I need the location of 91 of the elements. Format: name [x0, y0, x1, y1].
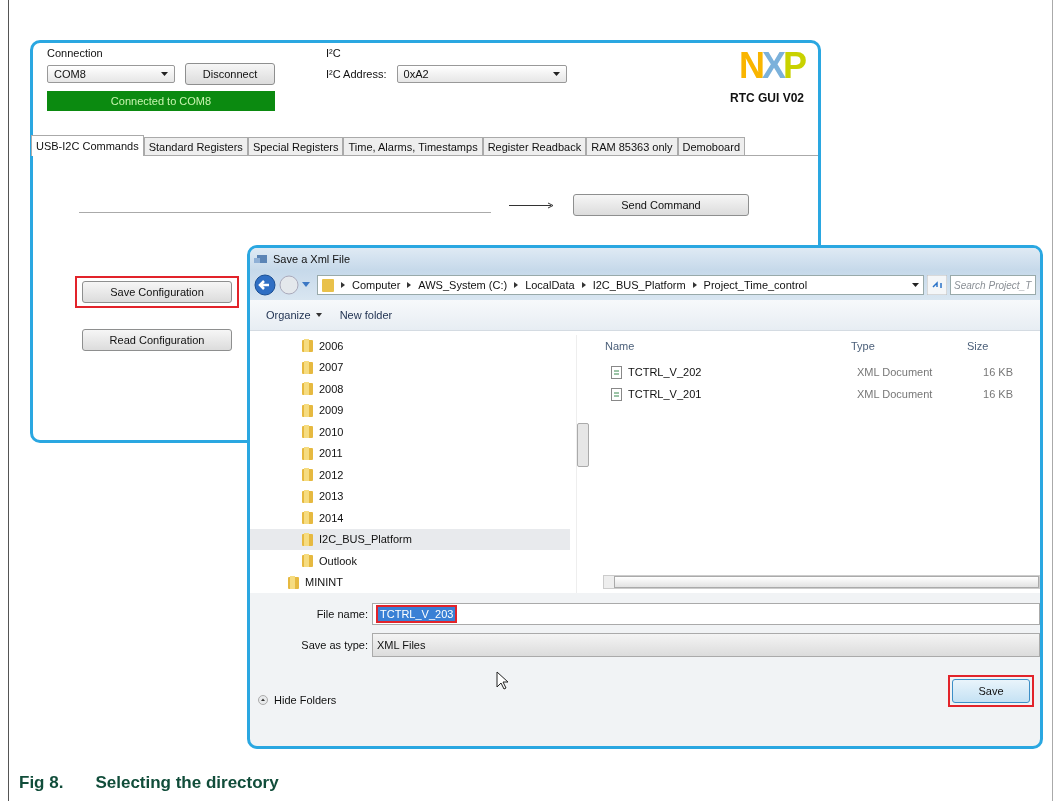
folder-icon — [302, 360, 313, 374]
figure-caption: Selecting the directory — [95, 773, 279, 793]
tab[interactable]: RAM 85363 only — [586, 137, 678, 155]
folder-tree-item[interactable]: I2C_BUS_Platform — [250, 528, 570, 550]
address-bar[interactable]: Computer AWS_System (C:) LocalData I2C_BUS_Platform Project_Time_control — [317, 275, 924, 295]
folder-tree-item[interactable]: 2007 — [250, 356, 570, 378]
connection-label: Connection — [47, 47, 104, 59]
save-button[interactable]: Save — [952, 678, 1030, 703]
address-label: I²C Address: — [326, 68, 387, 80]
file-size: 16 KB — [982, 388, 1013, 400]
folder-tree-item[interactable]: 2006 — [250, 335, 570, 357]
caret-icon — [912, 283, 919, 287]
back-icon[interactable] — [254, 274, 276, 296]
document-icon — [611, 387, 622, 401]
tab[interactable]: Register Readback — [482, 137, 587, 155]
chevron-icon — [692, 282, 697, 288]
folder-tree-item[interactable]: 2008 — [250, 378, 570, 400]
breadcrumb-item[interactable]: Computer — [352, 279, 401, 291]
toolbar-button[interactable]: New folder — [335, 309, 397, 321]
column-header[interactable]: Type — [851, 340, 967, 352]
send-command-button[interactable]: Send Command — [573, 194, 749, 216]
file-name[interactable]: TCTRL_V_201 — [605, 387, 857, 401]
folder-tree-item[interactable]: Outlook — [250, 550, 570, 572]
folder-tree-item[interactable]: 2012 — [250, 464, 570, 486]
logo: NXP — [738, 51, 804, 81]
tab[interactable]: USB-I2C Commands — [31, 135, 144, 156]
chevron-icon — [514, 282, 519, 288]
caret-icon — [315, 313, 322, 317]
folder-tree-item[interactable]: 2011 — [250, 442, 570, 464]
disconnect-button[interactable]: Disconnect — [185, 63, 275, 85]
history-caret-icon[interactable] — [302, 282, 310, 288]
vertical-scrollbar[interactable] — [576, 335, 589, 593]
search-field[interactable]: Search Project_T — [950, 275, 1036, 295]
folder-icon — [302, 511, 313, 525]
configuration-button[interactable]: Read Configuration — [82, 329, 232, 351]
dialog-title: Save a Xml File — [273, 253, 351, 265]
folder-icon — [302, 382, 313, 396]
toolbar-button[interactable]: Organize — [262, 309, 326, 321]
folder-icon — [322, 278, 334, 292]
column-header[interactable]: Name — [605, 340, 851, 352]
tab[interactable]: Demoboard — [677, 137, 745, 155]
breadcrumb-item[interactable]: LocalData — [525, 279, 575, 291]
file-name[interactable]: TCTRL_V_202 — [605, 365, 857, 379]
breadcrumb-item[interactable]: Project_Time_control — [703, 279, 808, 291]
port-dropdown[interactable]: COM8 — [47, 65, 175, 83]
file-name-value: TCTRL_V_203 — [376, 605, 458, 623]
cursor-icon — [496, 671, 509, 690]
breadcrumb-item[interactable]: AWS_System (C:) — [418, 279, 508, 291]
chevron-icon — [581, 282, 586, 288]
folder-tree-item[interactable]: MININT — [250, 571, 570, 593]
file-type: XML Document — [857, 366, 934, 378]
collapse-icon — [258, 694, 268, 705]
file-name-field[interactable]: TCTRL_V_203 — [372, 603, 1040, 625]
horizontal-scrollbar[interactable] — [603, 575, 1040, 589]
folder-tree-item[interactable]: 2009 — [250, 399, 570, 421]
arrow-icon — [509, 201, 555, 209]
folder-icon — [302, 554, 313, 568]
folder-icon — [302, 489, 313, 503]
connection-status-bar: Connected to COM8 — [47, 91, 275, 111]
folder-tree-item[interactable]: 2013 — [250, 485, 570, 507]
figure-number: Fig 8. — [19, 773, 64, 793]
tab[interactable]: Standard Registers — [143, 137, 248, 155]
hide-folders-button[interactable]: Hide Folders — [258, 693, 337, 706]
folder-icon — [302, 446, 313, 460]
address-dropdown[interactable]: 0xA2 — [396, 65, 567, 83]
save-type-label: Save as type: — [300, 639, 368, 651]
configuration-button[interactable]: Save Configuration — [82, 281, 232, 303]
folder-tree-item[interactable]: 2010 — [250, 421, 570, 443]
save-type-dropdown[interactable]: XML Files — [372, 633, 1040, 657]
folder-icon — [302, 339, 313, 353]
tab[interactable]: Time, Alarms, Timestamps — [343, 137, 483, 155]
file-name-label: File name: — [315, 608, 368, 620]
file-size: 16 KB — [982, 366, 1013, 378]
folder-icon — [302, 403, 313, 417]
folder-icon — [288, 575, 299, 589]
folder-icon — [302, 468, 313, 482]
file-type: XML Document — [857, 388, 934, 400]
folder-tree-item[interactable]: 2014 — [250, 507, 570, 529]
version-label: RTC GUI V02 — [730, 91, 804, 105]
column-header[interactable]: Size — [967, 340, 1007, 352]
tab[interactable]: Special Registers — [247, 137, 344, 155]
document-icon — [611, 365, 622, 379]
folder-icon — [302, 532, 313, 546]
folder-icon — [302, 425, 313, 439]
caret-icon — [161, 72, 168, 76]
i2c-label: I²C — [326, 47, 342, 59]
chevron-icon — [407, 282, 412, 288]
chevron-icon — [341, 282, 345, 288]
caret-icon — [552, 72, 560, 76]
dialog-icon — [254, 254, 268, 264]
breadcrumb-item[interactable]: I2C_BUS_Platform — [592, 279, 686, 291]
